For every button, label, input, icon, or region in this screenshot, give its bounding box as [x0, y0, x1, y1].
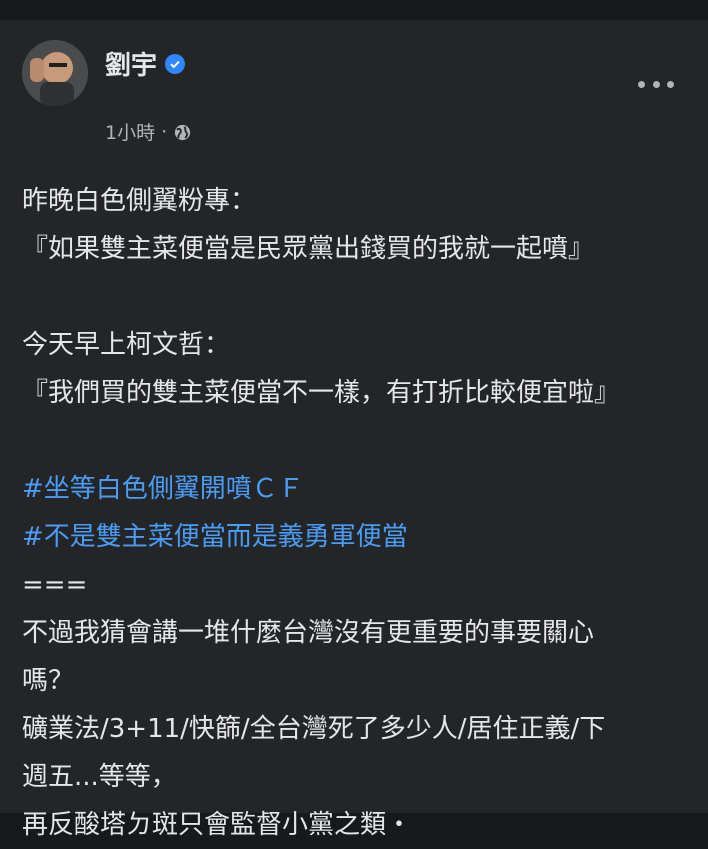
post-line: 『如果雙主菜便當是民眾黨出錢買的我就一起噴』: [22, 234, 595, 264]
avatar-image: [22, 40, 88, 106]
post-header: 劉宇 1小時 ·: [22, 40, 692, 144]
hashtag-link[interactable]: #不是雙主菜便當而是義勇軍便當: [22, 513, 692, 561]
top-strip: [0, 0, 708, 20]
post-line: 『我們買的雙主菜便當不一樣，有打折比較便宜啦』: [22, 378, 621, 408]
post-line: 週五...等等，: [22, 762, 177, 792]
verified-badge-icon: [165, 53, 186, 74]
author-row: 劉宇: [105, 45, 186, 82]
post-line: 不過我猜會講一堆什麼台灣沒有更重要的事要關心: [22, 618, 595, 648]
post-line: ===: [22, 570, 88, 600]
avatar[interactable]: [22, 40, 88, 106]
hashtag-link[interactable]: #坐等白色側翼開噴ＣＦ: [22, 465, 692, 513]
more-dot: [652, 80, 660, 88]
post-meta: 1小時 ·: [105, 121, 192, 148]
post-line: 昨晚白色側翼粉專：: [22, 186, 257, 216]
globe-icon: [173, 123, 192, 147]
post-content: 昨晚白色側翼粉專： 『如果雙主菜便當是民眾黨出錢買的我就一起噴』 今天早上柯文哲…: [22, 177, 692, 849]
author-name[interactable]: 劉宇: [105, 45, 157, 82]
post-line-blank: [22, 417, 692, 465]
meta-separator: ·: [161, 120, 168, 143]
timestamp[interactable]: 1小時: [105, 118, 155, 145]
post-card: 劉宇 1小時 · 昨晚白色側翼粉專： 『如果雙主菜便當是民眾黨出錢買的我就一起噴…: [0, 20, 708, 840]
more-dot: [638, 80, 645, 88]
post-line: 礦業法/3+11/快篩/全台灣死了多少人/居住正義/下: [22, 714, 606, 744]
post-line: 嗎？: [22, 666, 75, 696]
post-line: 今天早上柯文哲：: [22, 330, 231, 360]
post-line: 再反酸塔ㄉ斑只會監督小黨之類・: [22, 810, 413, 840]
more-options-icon[interactable]: [638, 74, 674, 94]
post-line-blank: [22, 273, 692, 321]
more-dot: [667, 80, 674, 88]
